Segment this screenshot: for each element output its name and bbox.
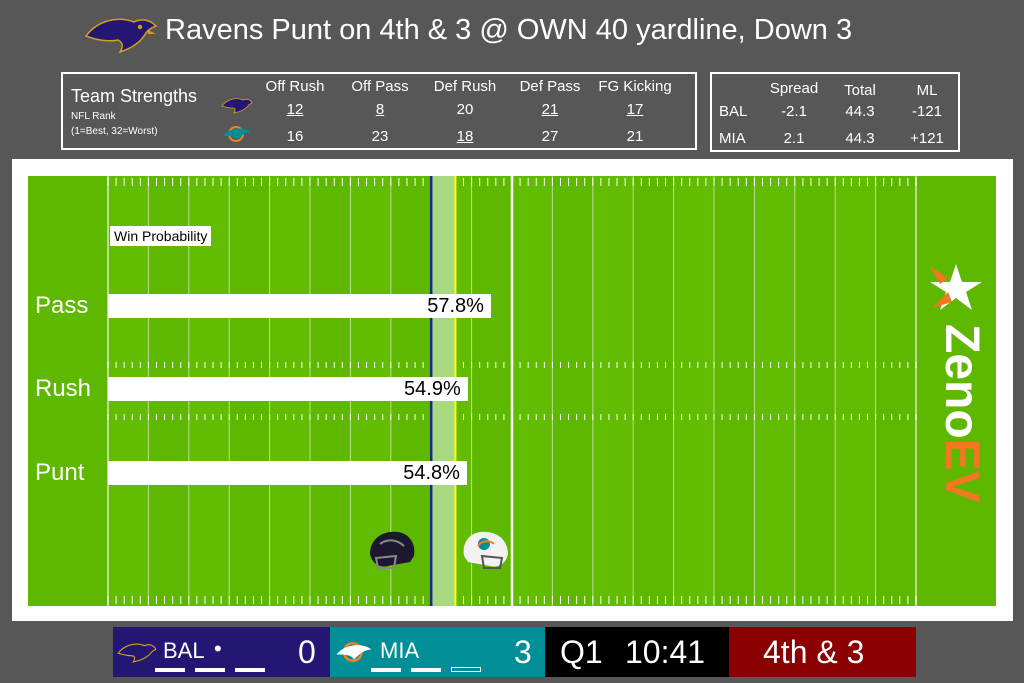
- bal-total: 44.3: [845, 103, 875, 120]
- col-ml: ML: [916, 82, 938, 99]
- col-off-pass: Off Pass: [351, 78, 409, 95]
- down-distance-panel: 4th & 3: [729, 627, 916, 677]
- home-timeout-3: [235, 668, 265, 672]
- away-timeout-1: [371, 668, 401, 672]
- strengths-title: Team Strengths: [71, 86, 198, 106]
- brand-ev: EV: [935, 438, 988, 503]
- ravens-logo-icon: [221, 98, 253, 114]
- turf-stripe: [512, 176, 553, 606]
- col-total: Total: [844, 82, 876, 99]
- bal-def-pass: 21: [541, 101, 559, 118]
- bal-spread: -2.1: [781, 103, 807, 120]
- mia-fg-kicking: 21: [626, 128, 644, 145]
- ravens-helmet-icon: [370, 531, 415, 569]
- odds-team-mia: MIA: [719, 130, 746, 147]
- away-timeout-3-used: [451, 667, 481, 672]
- mia-def-rush: 18: [456, 128, 474, 145]
- game-clock-panel: Q1 10:41: [545, 627, 729, 677]
- play-label-pass: Pass: [35, 292, 89, 319]
- page-title: Ravens Punt on 4th & 3 @ OWN 40 yardline…: [165, 14, 853, 46]
- col-def-pass: Def Pass: [519, 78, 581, 95]
- away-team-abbr: MIA: [380, 638, 420, 663]
- chart-title: Win Probability: [110, 226, 212, 246]
- scoreboard: BAL • 0 MIA 3 Q1 10:41 4th & 3: [113, 627, 916, 677]
- win-prob-value-rush: 54.9%: [404, 378, 461, 400]
- dolphins-helmet-icon: [463, 531, 508, 569]
- win-prob-value-punt: 54.8%: [403, 462, 460, 484]
- header: Ravens Punt on 4th & 3 @ OWN 40 yardline…: [0, 0, 1024, 66]
- turf-stripe: [754, 176, 795, 606]
- team-strengths-table: Team Strengths NFL Rank (1=Best, 32=Wors…: [61, 72, 697, 150]
- play-label-punt: Punt: [35, 459, 85, 486]
- home-score: 0: [298, 634, 316, 670]
- mia-ml: +121: [910, 130, 944, 147]
- ravens-logo-icon: [117, 643, 157, 663]
- zenoev-brand: ZenoEV: [935, 324, 988, 503]
- odds-team-bal: BAL: [719, 103, 748, 120]
- bal-off-pass: 8: [375, 101, 385, 118]
- home-timeout-2: [195, 668, 225, 672]
- away-team-panel: MIA 3: [330, 627, 545, 677]
- quarter: Q1: [560, 634, 603, 670]
- home-team-panel: BAL • 0: [113, 627, 330, 677]
- turf-stripe: [673, 176, 714, 606]
- brand-zeno: Zeno: [935, 324, 988, 439]
- home-team-abbr: BAL: [163, 638, 205, 663]
- mia-total: 44.3: [845, 130, 875, 147]
- zeno-star-icon: [930, 264, 982, 310]
- bal-fg-kicking: 17: [626, 101, 644, 118]
- turf-stripe: [835, 176, 876, 606]
- game-clock: 10:41: [625, 634, 706, 670]
- col-fg-kicking: FG Kicking: [598, 78, 672, 95]
- bal-off-rush: 12: [286, 101, 304, 118]
- turf-stripe: [592, 176, 634, 606]
- away-timeout-2: [411, 668, 441, 672]
- col-def-rush: Def Rush: [433, 78, 497, 95]
- strengths-note: (1=Best, 32=Worst): [71, 126, 158, 137]
- dolphins-logo-icon: [223, 126, 251, 142]
- home-timeout-1: [155, 668, 185, 672]
- mia-off-rush: 16: [286, 128, 304, 145]
- down-and-distance: 4th & 3: [763, 634, 865, 670]
- possession-indicator: •: [214, 636, 222, 661]
- mia-def-pass: 27: [541, 128, 559, 145]
- ravens-logo-icon: [84, 18, 158, 54]
- away-score: 3: [514, 634, 532, 670]
- mia-off-pass: 23: [371, 128, 389, 145]
- strengths-subtitle: NFL Rank: [71, 111, 116, 122]
- play-label-rush: Rush: [35, 375, 92, 402]
- bal-def-rush: 20: [456, 101, 474, 118]
- betting-odds-table: Spread Total ML BAL -2.1 44.3 -121 MIA 2…: [710, 72, 960, 152]
- col-spread: Spread: [769, 80, 819, 97]
- mia-spread: 2.1: [783, 130, 805, 147]
- football-field: Win Probability Pass 57.8% Rush 54.9% Punt 54…: [28, 176, 996, 606]
- col-off-rush: Off Rush: [265, 78, 325, 95]
- bal-ml: -121: [911, 103, 943, 120]
- win-prob-value-pass: 57.8%: [427, 295, 484, 317]
- dolphins-logo-icon: [336, 642, 372, 662]
